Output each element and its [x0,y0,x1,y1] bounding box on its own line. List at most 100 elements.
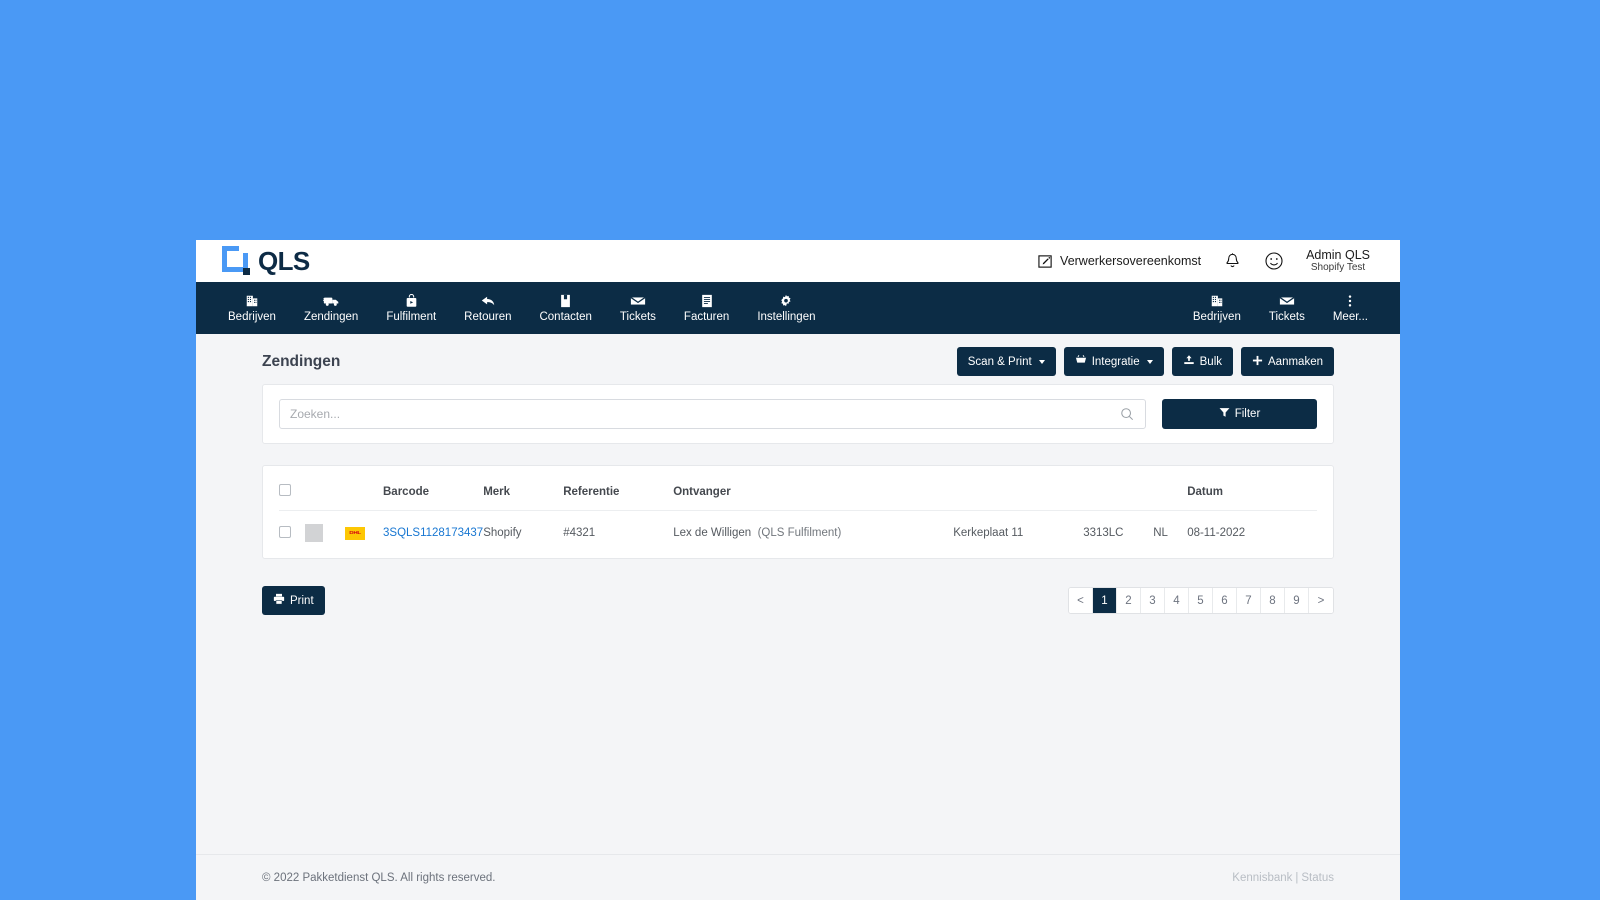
chevron-down-icon [1038,359,1045,364]
th-referentie: Referentie [563,466,674,511]
pagination-next[interactable]: > [1309,588,1333,613]
row-merk-cell: Shopify [483,527,522,539]
nav-secondary: Bedrijven Tickets Meer... [1179,289,1382,327]
pagination-page-1[interactable]: 1 [1093,588,1117,613]
envelope-icon [1279,293,1295,308]
bell-icon[interactable] [1223,252,1242,271]
qls-logo-text: QLS [258,245,310,276]
page-header: Zendingen Scan & Print Integratie Bulk A… [262,334,1334,384]
row-barcode-cell[interactable]: 3SQLS1128173437 [383,511,483,559]
ontvanger-company: (QLS Fulfilment) [757,527,842,539]
nav-item-facturen[interactable]: Facturen [670,289,743,327]
pagination-page-3[interactable]: 3 [1141,588,1165,613]
row-select-cell [279,511,305,559]
qls-logo[interactable]: QLS [222,245,310,277]
row-thumbnail-cell [305,511,345,559]
building-icon [1210,293,1224,308]
nav-item-retouren[interactable]: Retouren [450,289,525,327]
row-ontvanger-cell: Lex de Willigen (QLS Fulfilment) [673,511,953,559]
search-input[interactable] [280,400,1109,428]
truck-icon [322,293,340,308]
shipments-table-card: Barcode Merk Referentie Ontvanger Datum [262,465,1334,559]
row-street-cell: Kerkeplaat 11 [953,527,1024,539]
nav-label-bedrijven: Bedrijven [228,311,276,323]
row-referentie-cell: #4321 [563,527,596,539]
page-actions: Scan & Print Integratie Bulk Aanmaken [956,347,1334,376]
nav-item-fulfilment[interactable]: Fulfilment [372,289,450,327]
page-title: Zendingen [262,352,341,370]
pagination: < 1 2 3 4 5 6 7 8 9 > [1068,587,1334,614]
th-postcode [1083,466,1154,511]
pagination-page-5[interactable]: 5 [1189,588,1213,613]
barcode-link[interactable]: 3SQLS1128173437 [383,527,483,539]
filter-button[interactable]: Filter [1162,399,1317,429]
select-all-checkbox[interactable] [279,484,291,496]
top-bar: QLS Verwerkersovereenkomst Admin QLS Sho… [196,240,1400,282]
scan-print-button[interactable]: Scan & Print [956,347,1056,376]
footer-links: Kennisbank | Status [1232,872,1334,884]
aanmaken-label: Aanmaken [1268,355,1323,368]
thumbnail-placeholder [305,524,323,542]
th-street [953,466,1084,511]
pagination-page-4[interactable]: 4 [1165,588,1189,613]
nav-item-bedrijven-right[interactable]: Bedrijven [1179,289,1255,327]
th-select-all [279,466,305,511]
th-barcode: Barcode [383,466,484,511]
cart-icon [1075,354,1087,369]
nav-item-tickets[interactable]: Tickets [606,289,670,327]
nav-item-zendingen[interactable]: Zendingen [290,289,372,327]
verwerkersovereenkomst-link[interactable]: Verwerkersovereenkomst [1038,254,1201,269]
search-icon[interactable] [1109,407,1145,421]
invoice-icon [701,293,713,308]
pagination-prev[interactable]: < [1069,588,1093,613]
nav-item-contacten[interactable]: Contacten [525,289,605,327]
nav-label-meer: Meer... [1332,311,1368,323]
pagination-page-7[interactable]: 7 [1237,588,1261,613]
copyright-text: © 2022 Pakketdienst QLS. All rights rese… [262,871,496,884]
aanmaken-button[interactable]: Aanmaken [1241,347,1334,376]
footer-separator: | [1295,871,1299,884]
table-row[interactable]: DHL 3SQLS1128173437 Shopify #4321 Lex de… [279,511,1317,559]
print-label: Print [290,594,314,607]
nav-item-tickets-right[interactable]: Tickets [1255,289,1319,327]
th-thumbnail [305,466,345,511]
kennisbank-link[interactable]: Kennisbank [1232,872,1292,884]
search-box[interactable] [279,399,1146,429]
nav-item-instellingen[interactable]: Instellingen [743,289,829,327]
page-footer: © 2022 Pakketdienst QLS. All rights rese… [196,854,1400,900]
ontvanger-name: Lex de Willigen [673,527,752,539]
bulk-button[interactable]: Bulk [1171,347,1234,376]
nav-label-zendingen: Zendingen [303,311,359,323]
app-window: QLS Verwerkersovereenkomst Admin QLS Sho… [196,240,1400,900]
scan-print-label: Scan & Print [967,355,1032,368]
pagination-page-2[interactable]: 2 [1117,588,1141,613]
integratie-button[interactable]: Integratie [1063,347,1164,376]
table-head: Barcode Merk Referentie Ontvanger Datum [279,466,1317,511]
user-menu[interactable]: Admin QLS Shopify Test [1306,248,1372,274]
user-name: Admin QLS [1306,248,1370,263]
row-datum-cell: 08-11-2022 [1187,527,1246,539]
pagination-page-9[interactable]: 9 [1285,588,1309,613]
smiley-icon[interactable] [1264,251,1284,271]
search-panel: Filter [262,384,1334,444]
shipments-table: Barcode Merk Referentie Ontvanger Datum [279,466,1317,558]
table-header-row: Barcode Merk Referentie Ontvanger Datum [279,466,1317,511]
user-org: Shopify Test [1310,262,1366,274]
pagination-page-8[interactable]: 8 [1261,588,1285,613]
more-vertical-icon [1348,293,1352,308]
main-navigation: Bedrijven Zendingen Fulfilment Retouren [196,282,1400,334]
nav-item-meer[interactable]: Meer... [1319,289,1382,327]
table-body: DHL 3SQLS1128173437 Shopify #4321 Lex de… [279,511,1317,559]
pagination-page-6[interactable]: 6 [1213,588,1237,613]
print-button[interactable]: Print [262,586,325,615]
dhl-logo-text: DHL [349,530,361,536]
nav-label-tickets: Tickets [619,311,656,323]
status-link[interactable]: Status [1301,872,1334,884]
bulk-label: Bulk [1199,355,1223,368]
nav-item-bedrijven[interactable]: Bedrijven [214,289,290,327]
integratie-label: Integratie [1091,355,1140,368]
upload-icon [1183,354,1195,369]
qls-logo-mark [222,245,252,276]
top-bar-right: Verwerkersovereenkomst Admin QLS Shopify… [1038,248,1372,274]
row-checkbox[interactable] [279,525,291,538]
